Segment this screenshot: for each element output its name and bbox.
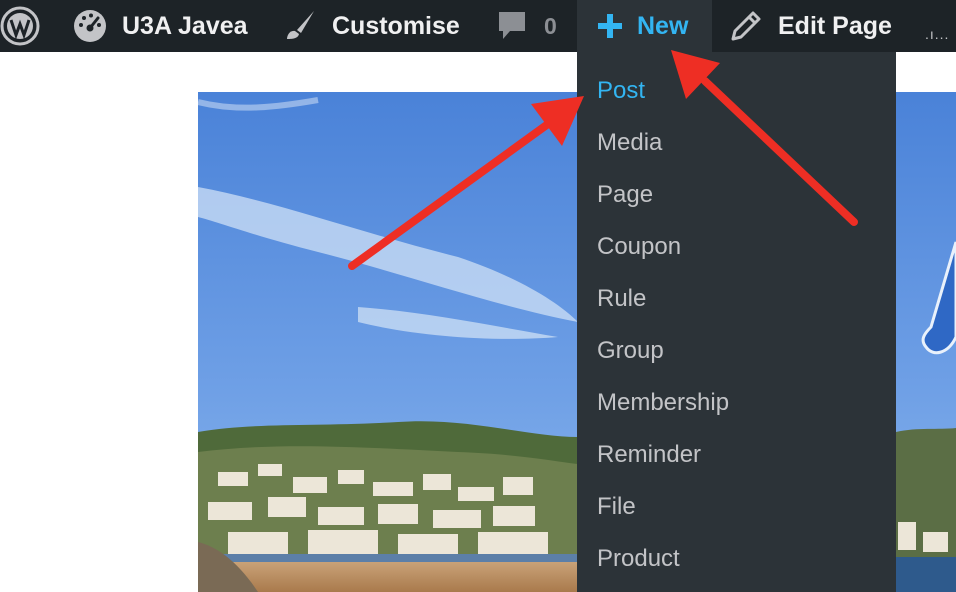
menu-item-membership[interactable]: Membership: [597, 383, 729, 423]
stats-sparkline[interactable]: .ı...: [925, 26, 949, 42]
comments-count: 0: [544, 12, 557, 39]
edit-page-label: Edit Page: [778, 11, 892, 40]
menu-item-group[interactable]: Group: [597, 331, 664, 371]
new-label: New: [637, 11, 689, 40]
comments-link[interactable]: 0: [496, 0, 557, 52]
menu-item-file[interactable]: File: [597, 487, 636, 527]
dashboard-gauge-icon: [72, 8, 108, 44]
edit-page-link[interactable]: Edit Page: [730, 0, 892, 52]
admin-bar: U3A Javea Customise 0 New Edit Page .ı..…: [0, 0, 956, 52]
menu-item-reminder[interactable]: Reminder: [597, 435, 701, 475]
site-name-menu[interactable]: U3A Javea: [72, 0, 248, 52]
wordpress-icon: [0, 6, 40, 46]
paintbrush-icon: [282, 8, 318, 44]
customise-label: Customise: [332, 11, 460, 40]
plus-icon: [597, 13, 623, 39]
menu-item-media[interactable]: Media: [597, 123, 662, 163]
pencil-icon: [730, 10, 762, 42]
menu-item-coupon[interactable]: Coupon: [597, 227, 681, 267]
customise-link[interactable]: Customise: [282, 0, 460, 52]
menu-item-product[interactable]: Product: [597, 539, 680, 579]
comment-bubble-icon: [496, 9, 528, 43]
wordpress-logo-button[interactable]: [0, 0, 44, 52]
new-content-dropdown: Post Media Page Coupon Rule Group Member…: [577, 52, 896, 592]
menu-item-post[interactable]: Post: [597, 71, 645, 111]
site-name: U3A Javea: [122, 11, 248, 40]
menu-item-page[interactable]: Page: [597, 175, 653, 215]
new-content-menu[interactable]: New: [577, 0, 712, 52]
menu-item-rule[interactable]: Rule: [597, 279, 646, 319]
